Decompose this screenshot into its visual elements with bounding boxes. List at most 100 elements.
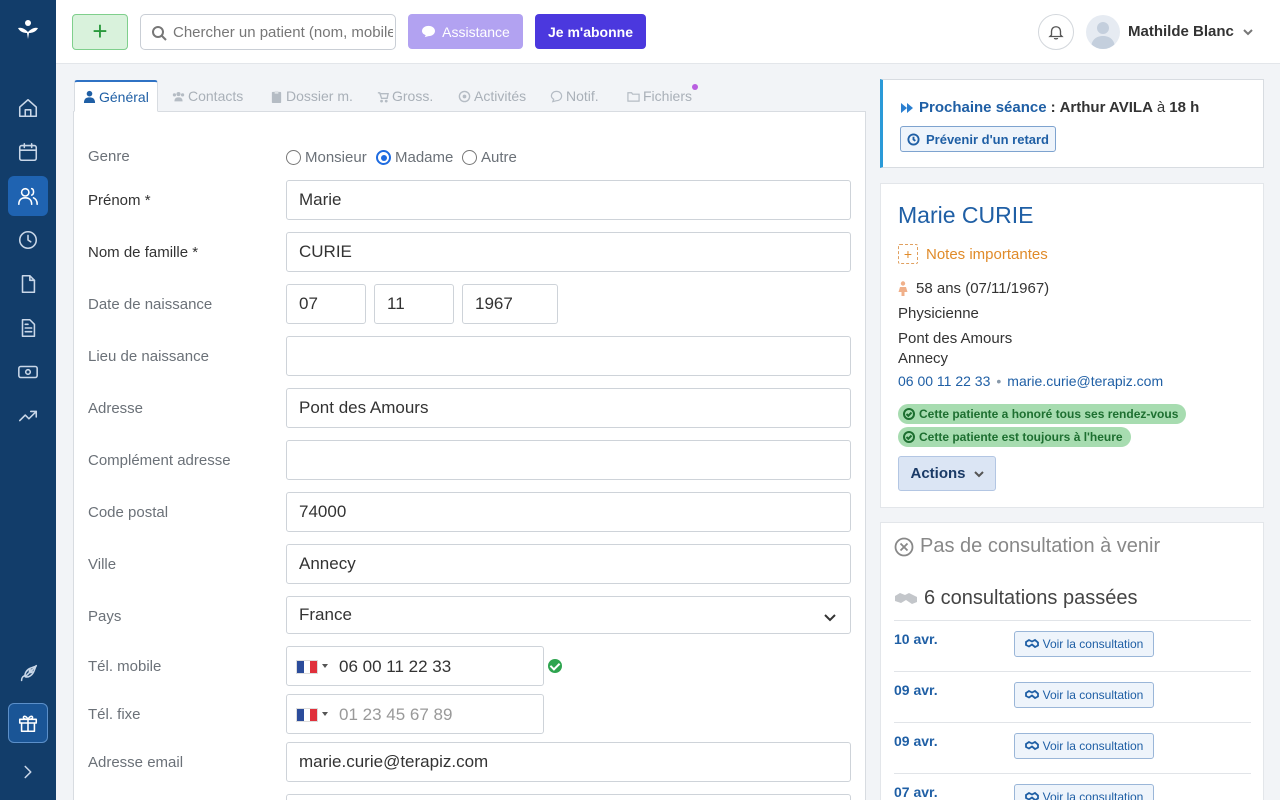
status-badge: Cette patiente a honoré tous ses rendez-… <box>898 404 1187 424</box>
add-button[interactable]: + <box>72 14 128 50</box>
assistance-label: Assistance <box>442 23 510 40</box>
tab-label: Fichiers <box>643 88 693 104</box>
avatar[interactable] <box>1086 15 1120 49</box>
consultations-card: Pas de consultation à venir 6 consultati… <box>880 522 1264 800</box>
tab-label: Notif. <box>566 88 599 104</box>
money-icon[interactable] <box>8 352 48 392</box>
radio-label: Madame <box>395 149 454 166</box>
late-button[interactable]: Prévenir d'un retard <box>900 126 1056 152</box>
tab-label: Général <box>99 88 149 105</box>
chevron-down-icon[interactable] <box>1242 26 1254 38</box>
view-consultation-button[interactable]: Voir la consultation <box>1014 682 1154 708</box>
gift-icon[interactable] <box>8 703 48 743</box>
lieu-field[interactable] <box>286 336 851 376</box>
tab-notif[interactable]: Notif. <box>550 80 599 112</box>
tab-general[interactable]: Général <box>74 80 158 112</box>
expand-icon[interactable] <box>8 752 48 792</box>
search-box[interactable] <box>140 14 396 50</box>
important-notes[interactable]: + Notes importantes <box>898 244 1048 264</box>
document-icon[interactable] <box>8 264 48 304</box>
actions-label: Actions <box>910 465 966 482</box>
prenom-field[interactable]: Marie <box>286 180 851 220</box>
flag-france-icon[interactable] <box>296 660 318 674</box>
tab-dossier[interactable]: Dossier m. <box>270 80 353 112</box>
view-consultation-label: Voir la consultation <box>1042 790 1144 800</box>
topbar: + Assistance Je m'abonne Mathilde Blanc <box>56 0 1280 64</box>
consultation-date: 07 avr. <box>894 784 938 800</box>
next-field[interactable] <box>286 794 851 800</box>
ball-icon <box>458 90 471 102</box>
bell-icon <box>1048 26 1064 40</box>
dob-month-field[interactable]: 11 <box>374 284 454 324</box>
view-consultation-button[interactable]: Voir la consultation <box>1014 631 1154 657</box>
ville-field[interactable]: Annecy <box>286 544 851 584</box>
consultation-date: 10 avr. <box>894 631 938 647</box>
fast-forward-icon <box>901 102 913 113</box>
badge-text: Cette patiente a honoré tous ses rendez-… <box>919 407 1179 421</box>
tab-grossesse[interactable]: Gross. <box>376 80 433 112</box>
patient-phone[interactable]: 06 00 11 22 33 <box>898 373 990 389</box>
patient-age: 58 ans (07/11/1967) <box>898 280 1049 297</box>
notifications-button[interactable] <box>1038 14 1074 50</box>
tab-activites[interactable]: Activités <box>458 80 526 112</box>
view-consultation-label: Voir la consultation <box>1042 739 1144 753</box>
home-icon[interactable] <box>8 88 48 128</box>
nom-label: Nom de famille * <box>88 244 199 261</box>
caret-down-icon <box>322 712 328 716</box>
clock-icon <box>907 132 920 146</box>
pays-select[interactable]: France <box>286 596 851 634</box>
tab-fichiers[interactable]: Fichiers <box>627 80 692 112</box>
clipboard-icon <box>271 90 282 103</box>
fixe-placeholder: 01 23 45 67 89 <box>339 705 453 724</box>
calendar-icon[interactable] <box>8 132 48 172</box>
patients-icon[interactable] <box>8 176 48 216</box>
app-logo-icon[interactable] <box>16 18 40 42</box>
clock-icon[interactable] <box>8 220 48 260</box>
nom-field[interactable]: CURIE <box>286 232 851 272</box>
mobile-value: 06 00 11 22 33 <box>339 657 452 676</box>
cp-field[interactable]: 74000 <box>286 492 851 532</box>
consultation-date: 09 avr. <box>894 682 938 698</box>
patient-profession: Physicienne <box>898 305 979 322</box>
late-button-label: Prévenir d'un retard <box>925 131 1050 147</box>
no-upcoming-consultation: Pas de consultation à venir <box>894 535 1160 558</box>
tab-contacts[interactable]: Contacts <box>172 80 243 112</box>
email-field[interactable]: marie.curie@terapiz.com <box>286 742 851 782</box>
patient-address: Pont des Amours <box>898 330 1013 347</box>
tab-label: Dossier m. <box>286 88 353 104</box>
flag-france-icon[interactable] <box>296 708 318 722</box>
search-input[interactable] <box>173 15 393 49</box>
radio-monsieur[interactable]: Monsieur <box>286 149 367 166</box>
radio-madame[interactable]: Madame <box>376 149 453 166</box>
view-consultation-button[interactable]: Voir la consultation <box>1014 784 1154 800</box>
view-consultation-button[interactable]: Voir la consultation <box>1014 733 1154 759</box>
radio-label: Monsieur <box>305 149 367 166</box>
female-icon <box>898 281 908 296</box>
ville-label: Ville <box>88 556 117 573</box>
view-consultation-label: Voir la consultation <box>1042 637 1144 651</box>
invoice-icon[interactable] <box>8 308 48 348</box>
caret-down-icon <box>322 664 328 668</box>
next-session-patient[interactable]: Arthur AVILA <box>1060 99 1153 116</box>
adresse-field[interactable]: Pont des Amours <box>286 388 851 428</box>
radio-autre[interactable]: Autre <box>462 149 517 166</box>
dob-year-field[interactable]: 1967 <box>462 284 558 324</box>
status-badge: Cette patiente est toujours à l'heure <box>898 427 1131 447</box>
notes-label: Notes importantes <box>926 245 1048 263</box>
stats-icon[interactable] <box>8 396 48 436</box>
patient-city: Annecy <box>898 350 949 367</box>
dob-day-field[interactable]: 07 <box>286 284 366 324</box>
patient-email[interactable]: marie.curie@terapiz.com <box>1007 373 1163 389</box>
actions-button[interactable]: Actions <box>898 456 996 491</box>
new-file-dot <box>692 84 698 90</box>
tab-label: Activités <box>474 88 527 104</box>
rocket-icon[interactable] <box>8 654 48 694</box>
mobile-field[interactable]: 06 00 11 22 33 <box>286 646 544 686</box>
prenom-label: Prénom * <box>88 192 151 209</box>
subscribe-button[interactable]: Je m'abonne <box>535 14 646 49</box>
user-name[interactable]: Mathilde Blanc <box>1128 23 1234 40</box>
assistance-button[interactable]: Assistance <box>408 14 523 49</box>
complement-field[interactable] <box>286 440 851 480</box>
fixe-field[interactable]: 01 23 45 67 89 <box>286 694 544 734</box>
radio-circle <box>286 150 301 165</box>
